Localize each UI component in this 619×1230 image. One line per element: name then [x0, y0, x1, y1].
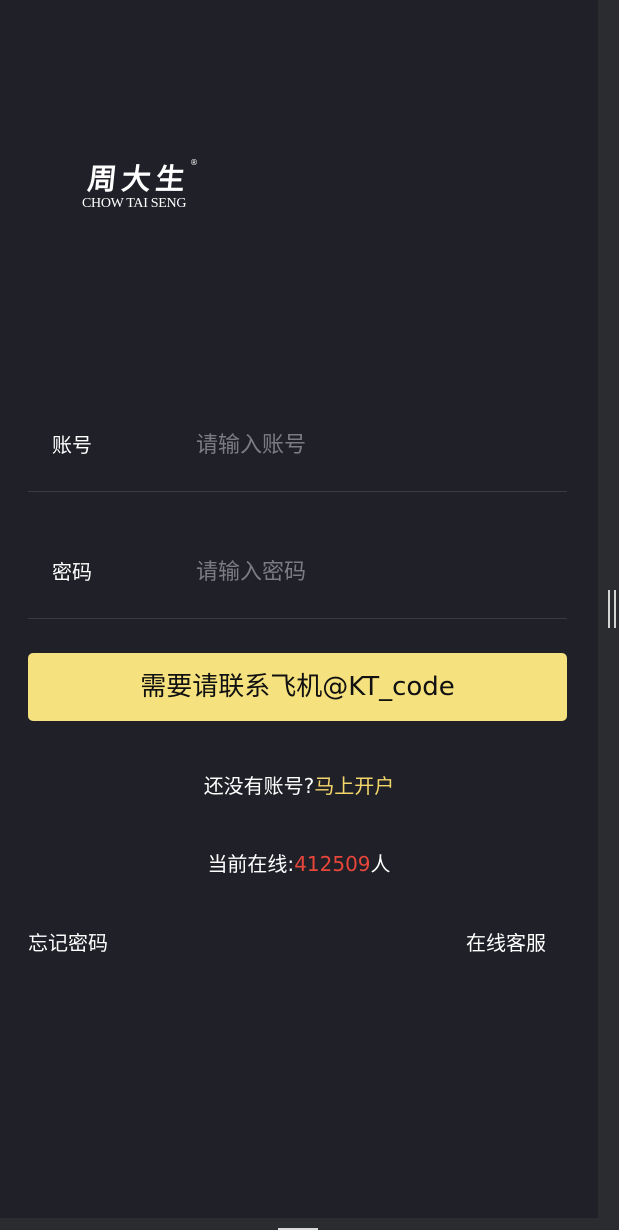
login-page: 周大生 ® CHOW TAI SENG 账号 密码 需要请联系飞机@KT_cod…: [0, 0, 598, 1218]
app-root: 周大生 ® CHOW TAI SENG 账号 密码 需要请联系飞机@KT_cod…: [0, 0, 619, 1230]
register-prompt-line: 还没有账号?马上开户: [0, 772, 598, 800]
online-suffix: 人: [370, 852, 391, 876]
bottom-bar: [0, 1218, 598, 1230]
scrollbar-grip-icon[interactable]: [608, 590, 617, 628]
login-button[interactable]: 需要请联系飞机@KT_code: [28, 653, 567, 721]
open-account-link[interactable]: 马上开户: [314, 774, 394, 798]
account-input[interactable]: [196, 429, 536, 461]
account-label: 账号: [52, 433, 92, 457]
account-row: 账号: [28, 363, 567, 492]
password-label: 密码: [52, 560, 92, 584]
logo-registered-mark: ®: [190, 158, 198, 167]
password-input[interactable]: [196, 556, 536, 588]
customer-service-link[interactable]: 在线客服: [466, 929, 546, 957]
logo-english-text: CHOW TAI SENG: [82, 196, 187, 211]
online-prefix: 当前在线:: [207, 852, 295, 876]
register-prompt-text: 还没有账号?: [203, 774, 315, 798]
forgot-password-link[interactable]: 忘记密码: [28, 929, 108, 957]
brand-logo: 周大生 ® CHOW TAI SENG: [80, 156, 202, 216]
online-count-line: 当前在线:412509人: [0, 850, 598, 878]
password-row: 密码: [28, 490, 567, 619]
logo-chinese-text: 周大生: [86, 162, 192, 196]
online-count-value: 412509: [294, 852, 371, 876]
